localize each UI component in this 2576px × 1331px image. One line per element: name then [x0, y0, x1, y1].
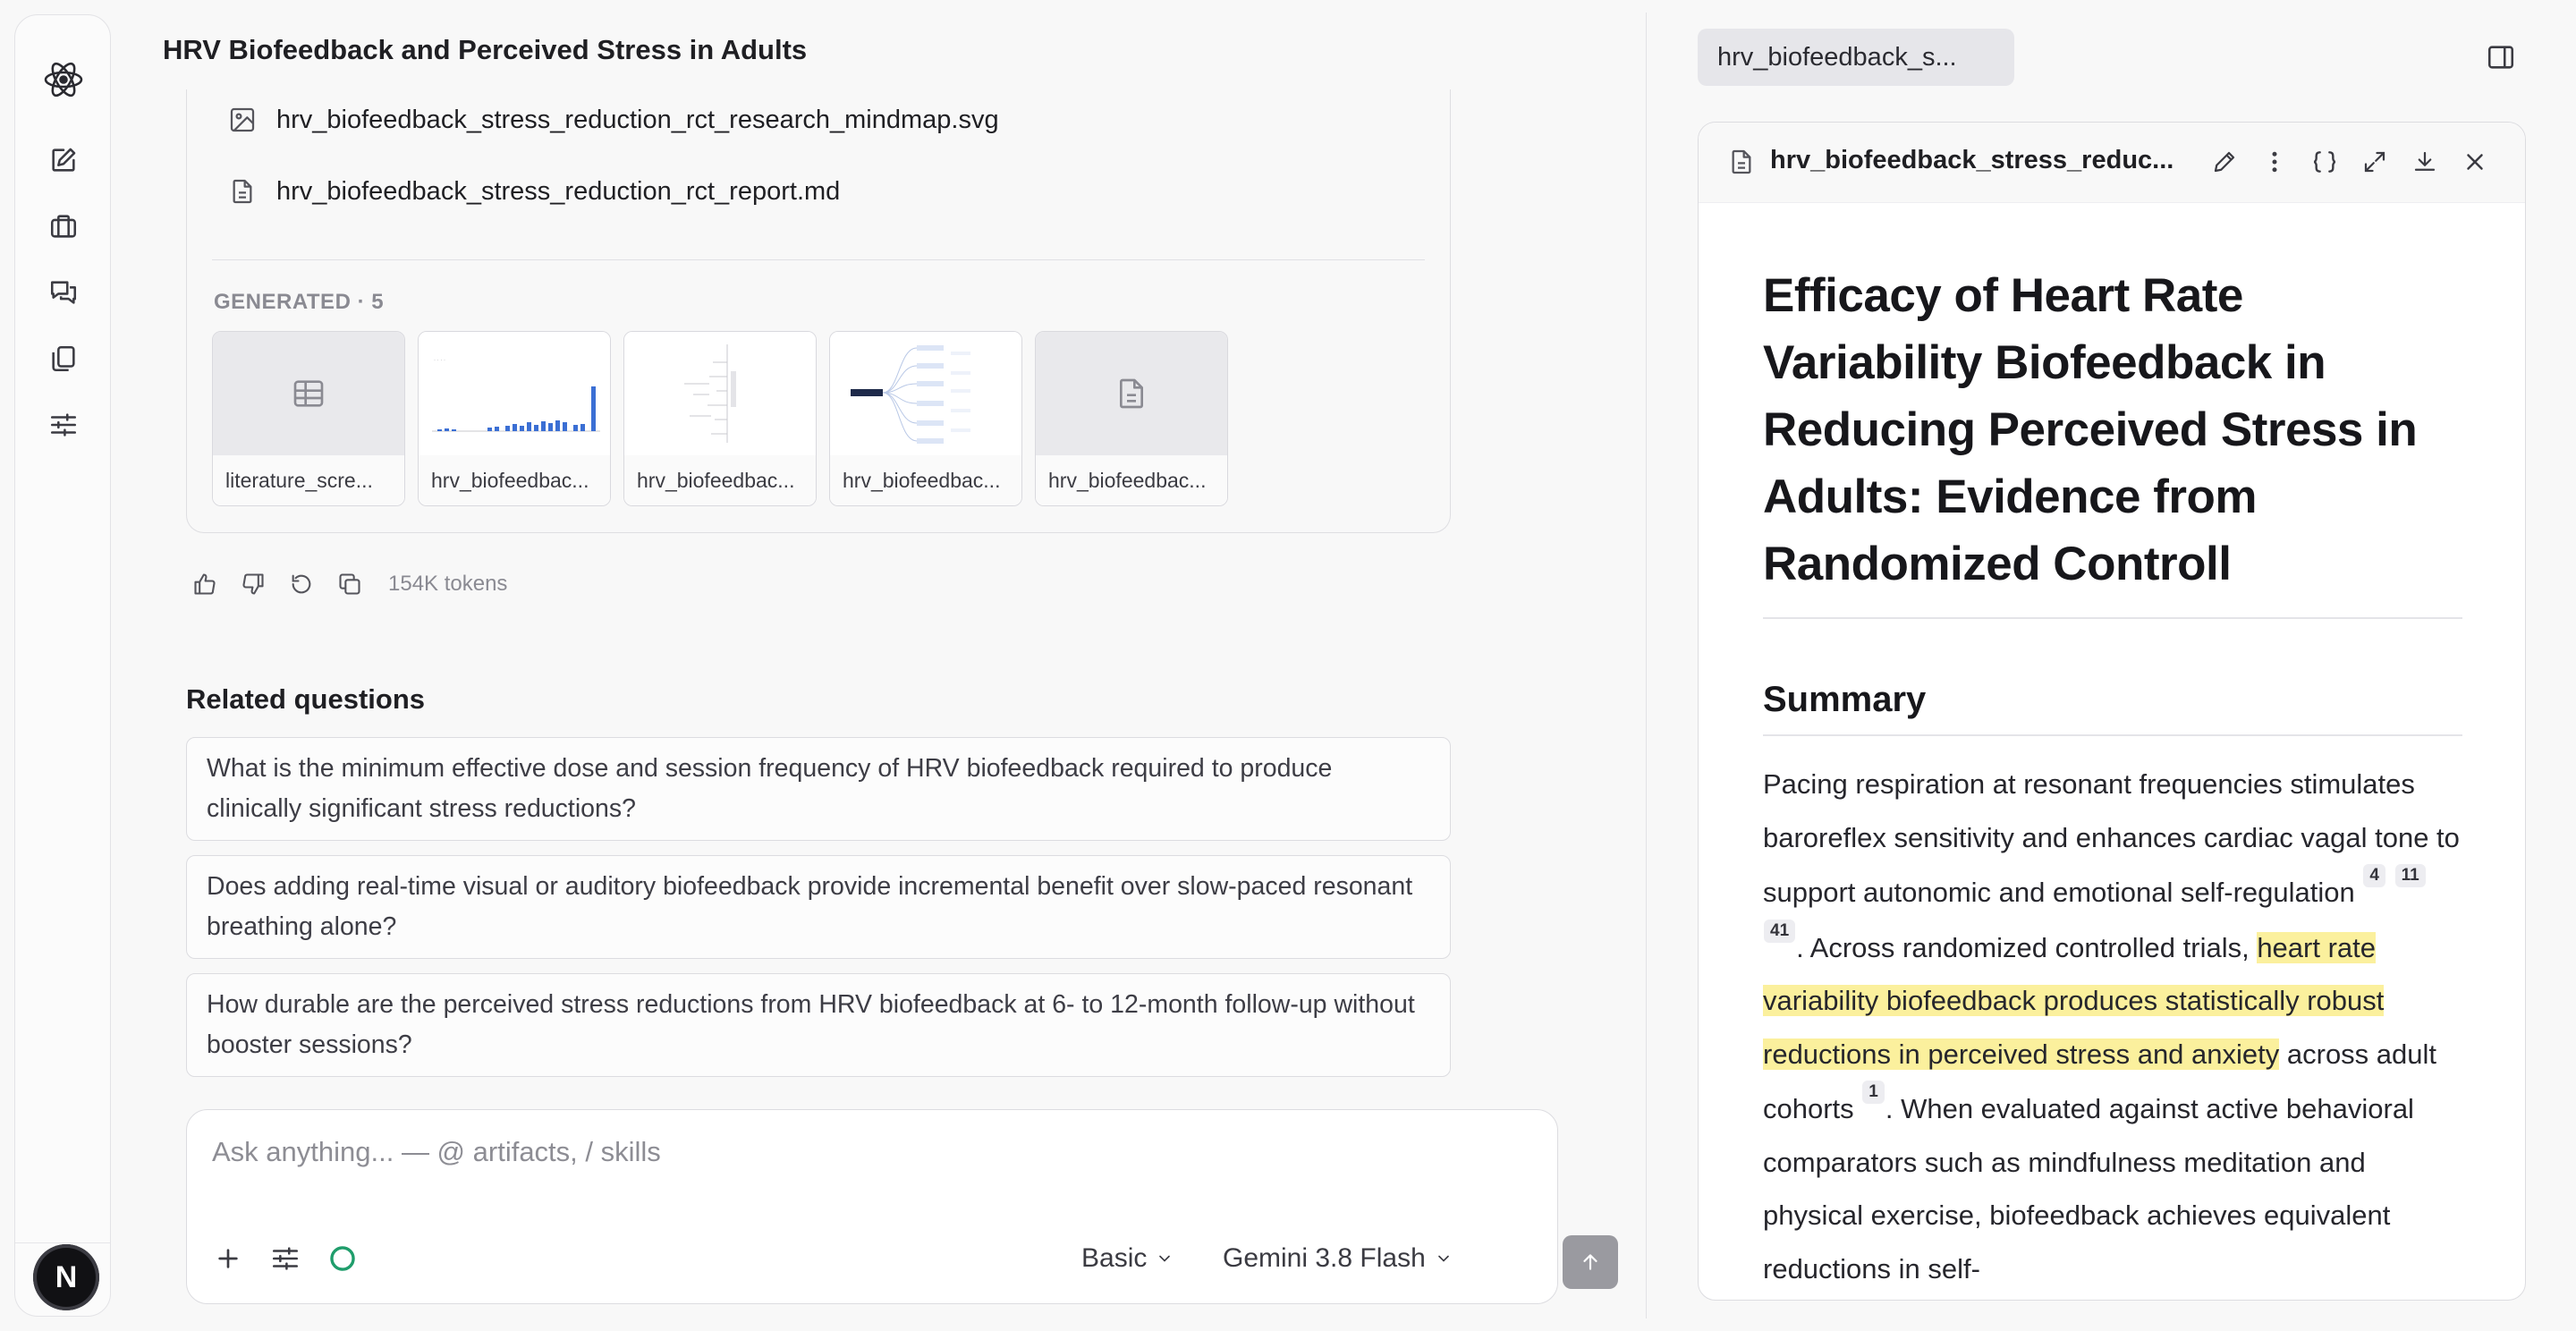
- copy-files-icon[interactable]: [42, 337, 85, 380]
- left-sidebar: N: [14, 14, 111, 1317]
- artifact-caption: hrv_biofeedbac...: [624, 455, 816, 505]
- edit-pencil-icon[interactable]: [2208, 146, 2241, 178]
- artifact-thumbnail[interactable]: literature_scre...: [212, 331, 405, 506]
- thumbs-down-icon[interactable]: [240, 571, 267, 598]
- atom-logo-icon[interactable]: [42, 58, 85, 101]
- section-rule: [1763, 734, 2462, 736]
- table-icon: [291, 376, 326, 411]
- rail-divider: [15, 1242, 110, 1243]
- image-icon: [226, 104, 258, 136]
- message-actions: 154K tokens: [191, 571, 507, 598]
- artifact-thumbnail[interactable]: · · · · hrv_biofeedbac...: [418, 331, 611, 506]
- document-icon: [226, 175, 258, 208]
- code-braces-icon[interactable]: [2309, 146, 2341, 178]
- attachment-name: hrv_biofeedback_stress_reduction_rct_rep…: [276, 176, 841, 206]
- artifact-caption: literature_scre...: [213, 455, 404, 505]
- related-questions-title: Related questions: [186, 683, 425, 715]
- message-input[interactable]: [212, 1132, 1464, 1173]
- model-selector[interactable]: Gemini 3.8 Flash: [1223, 1241, 1453, 1276]
- user-avatar[interactable]: N: [33, 1244, 99, 1310]
- artifact-caption: hrv_biofeedbac...: [830, 455, 1021, 505]
- document-file-name: hrv_biofeedback_stress_reduc...: [1770, 146, 2174, 174]
- document-icon: [1725, 146, 1758, 178]
- artifact-caption: hrv_biofeedbac...: [1036, 455, 1227, 505]
- attachment-item[interactable]: hrv_biofeedback_stress_reduction_rct_res…: [226, 104, 999, 136]
- briefcase-icon[interactable]: [42, 205, 85, 248]
- more-vertical-icon[interactable]: [2258, 146, 2291, 178]
- svg-text:· · · ·: · · · ·: [434, 358, 445, 363]
- generated-artifacts: literature_scre... · · · · hrv_biofeedba…: [212, 331, 1228, 506]
- chat-main: HRV Biofeedback and Perceived Stress in …: [111, 0, 1646, 1331]
- settings-sliders-icon[interactable]: [267, 1241, 303, 1276]
- artifact-preview: · · · ·: [419, 332, 610, 455]
- paragraph-text: Pacing respiration at resonant frequenci…: [1763, 768, 2460, 908]
- mode-label: Basic: [1081, 1243, 1148, 1273]
- card-divider: [212, 259, 1425, 260]
- chevron-down-icon: [1435, 1250, 1453, 1267]
- sliders-icon[interactable]: [42, 403, 85, 446]
- sidebar-toggle-icon[interactable]: [2483, 39, 2519, 75]
- panel-divider: [1646, 13, 1647, 1318]
- document-header: hrv_biofeedback_stress_reduc...: [1699, 123, 2525, 203]
- chevron-down-icon: [1156, 1250, 1174, 1267]
- artifact-preview: [830, 332, 1021, 455]
- artifact-thumbnail[interactable]: hrv_biofeedbac...: [1035, 331, 1228, 506]
- artifact-tab-label: hrv_biofeedback_s...: [1717, 42, 1957, 72]
- mode-selector[interactable]: Basic: [1081, 1241, 1174, 1276]
- document-icon: [1114, 376, 1149, 411]
- page-title: HRV Biofeedback and Perceived Stress in …: [163, 34, 808, 65]
- attachment-item[interactable]: hrv_biofeedback_stress_reduction_rct_rep…: [226, 175, 840, 208]
- generated-label: GENERATED · 5: [214, 290, 385, 314]
- token-count: 154K tokens: [388, 572, 508, 596]
- related-question[interactable]: How durable are the perceived stress red…: [186, 973, 1451, 1077]
- model-label: Gemini 3.8 Flash: [1223, 1243, 1426, 1273]
- citation-badge[interactable]: 1: [1862, 1081, 1885, 1104]
- assistant-message-card: hrv_biofeedback_stress_reduction_rct_res…: [186, 89, 1451, 533]
- artifact-thumbnail[interactable]: hrv_biofeedbac...: [829, 331, 1022, 506]
- artifact-preview: [213, 332, 404, 455]
- document-title: Efficacy of Heart Rate Variability Biofe…: [1763, 269, 2418, 590]
- composer: Basic Gemini 3.8 Flash: [186, 1109, 1618, 1304]
- tree-diagram-preview-icon: [684, 344, 736, 443]
- document-viewer: hrv_biofeedback_stress_reduc... Efficacy…: [1698, 122, 2526, 1301]
- related-question[interactable]: Does adding real-time visual or auditory…: [186, 855, 1451, 959]
- regenerate-icon[interactable]: [288, 571, 315, 598]
- artifact-preview: [1036, 332, 1227, 455]
- artifact-caption: hrv_biofeedbac...: [419, 455, 610, 505]
- new-chat-icon[interactable]: [42, 139, 85, 182]
- bar-chart-preview-icon: · · · ·: [432, 358, 600, 432]
- mindmap-preview-icon: [851, 345, 970, 444]
- citation-badge[interactable]: 4: [2363, 864, 2385, 887]
- send-button[interactable]: [1563, 1235, 1618, 1289]
- plus-icon[interactable]: [210, 1241, 246, 1276]
- close-icon[interactable]: [2459, 146, 2491, 178]
- citation-badge[interactable]: 41: [1764, 919, 1796, 943]
- thumbs-up-icon[interactable]: [191, 571, 218, 598]
- chats-icon[interactable]: [42, 271, 85, 314]
- expand-icon[interactable]: [2359, 146, 2391, 178]
- avatar-letter: N: [55, 1259, 78, 1294]
- arrow-up-icon: [1583, 1254, 1597, 1270]
- copy-icon[interactable]: [336, 571, 363, 598]
- status-ring-icon[interactable]: [325, 1241, 360, 1276]
- download-icon[interactable]: [2409, 146, 2441, 178]
- section-heading: Summary: [1763, 680, 1927, 719]
- paragraph-text: . Across randomized controlled trials,: [1796, 931, 2258, 963]
- attachment-name: hrv_biofeedback_stress_reduction_rct_res…: [276, 105, 999, 134]
- title-rule: [1763, 617, 2462, 619]
- summary-paragraph: Pacing respiration at resonant frequenci…: [1763, 758, 2462, 1295]
- citation-badge[interactable]: 11: [2394, 864, 2426, 887]
- document-content: Efficacy of Heart Rate Variability Biofe…: [1763, 262, 2462, 1295]
- artifact-preview: [624, 332, 816, 455]
- artifact-thumbnail[interactable]: hrv_biofeedbac...: [623, 331, 817, 506]
- artifact-tab[interactable]: hrv_biofeedback_s...: [1698, 29, 2014, 86]
- related-question[interactable]: What is the minimum effective dose and s…: [186, 737, 1451, 841]
